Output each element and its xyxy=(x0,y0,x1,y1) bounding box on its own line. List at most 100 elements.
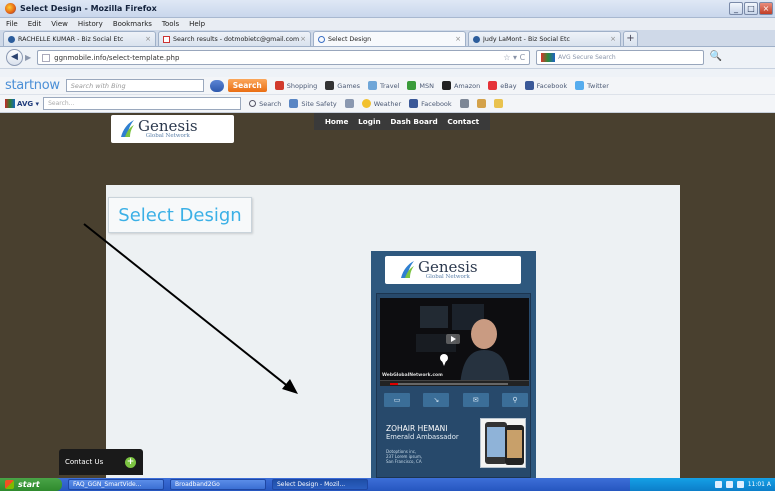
plus-icon[interactable]: + xyxy=(125,456,136,468)
video-player[interactable]: WebGlobalNetwork.com xyxy=(380,298,529,386)
tab-close-icon[interactable]: × xyxy=(610,35,616,43)
toolbar-item-label: Twitter xyxy=(587,81,609,90)
tab-rachelle[interactable]: RACHELLE KUMAR - Biz Social Etc × xyxy=(3,31,156,46)
nav-home[interactable]: Home xyxy=(325,117,349,126)
toolbar-games[interactable]: Games xyxy=(325,81,360,90)
logo-subtitle: Global Network xyxy=(145,133,190,139)
avg-extra-1[interactable] xyxy=(459,99,469,108)
nav-contact[interactable]: Contact xyxy=(447,117,479,126)
travel-icon xyxy=(368,81,378,90)
video-controls[interactable] xyxy=(380,380,529,386)
tab-close-icon[interactable]: × xyxy=(300,35,306,43)
video-progress[interactable] xyxy=(390,383,508,385)
bing-search-input[interactable]: Search with Bing xyxy=(65,79,204,92)
toolbar-item-label: Site Safety xyxy=(301,99,337,108)
browser-search-field[interactable]: AVG Secure Search xyxy=(536,50,705,65)
avg-search-button[interactable]: Search xyxy=(249,100,281,108)
video-caption: WebGlobalNetwork.com xyxy=(382,373,443,378)
close-button[interactable]: × xyxy=(759,2,773,15)
tray-volume-icon[interactable] xyxy=(725,481,733,488)
shopping-icon xyxy=(274,81,284,90)
new-tab-button[interactable]: + xyxy=(623,31,638,46)
taskbar-item-faq[interactable]: FAQ_GGN_SmartVide... xyxy=(68,479,164,490)
window-title-bar: Select Design - Mozilla Firefox _ □ × xyxy=(0,0,775,18)
tab-judy[interactable]: Judy LaMont - Biz Social Etc × xyxy=(468,31,621,46)
toolbar-item-label: MSN xyxy=(419,81,434,90)
start-button[interactable]: start xyxy=(0,478,62,491)
menu-history[interactable]: History xyxy=(78,20,103,28)
url-bar[interactable]: ggnmobile.info/select-template.php ☆ ▾ C xyxy=(37,50,531,65)
navigation-bar: ◀ ▶ ggnmobile.info/select-template.php ☆… xyxy=(0,47,775,69)
facebook-icon xyxy=(524,81,534,90)
toolbar-item-label: Search xyxy=(259,99,282,108)
profile-title: Emerald Ambassador xyxy=(386,433,459,441)
avg-logo-icon xyxy=(5,99,15,108)
avg-weather[interactable]: Weather xyxy=(361,99,401,108)
edit-icon xyxy=(476,99,486,108)
back-button[interactable]: ◀ xyxy=(6,49,23,66)
contact-us-widget[interactable]: Contact Us + xyxy=(59,449,143,475)
toolbar-item-label: Facebook xyxy=(421,99,452,108)
tray-clock: 11:01 A xyxy=(747,481,771,488)
forward-button[interactable]: ▶ xyxy=(25,53,31,62)
search-go-icon[interactable]: 🔍 xyxy=(708,50,724,65)
preview-logo-subtitle: Global Network xyxy=(425,274,470,280)
toolbar-amazon[interactable]: Amazon xyxy=(441,81,480,90)
avg-extra-2[interactable] xyxy=(476,99,486,108)
windows-taskbar: start FAQ_GGN_SmartVide... Broadband2Go … xyxy=(0,478,775,491)
mail-icon[interactable]: ✉ xyxy=(462,393,489,407)
toolbar-item-label: eBay xyxy=(500,81,517,90)
menu-bookmarks[interactable]: Bookmarks xyxy=(113,20,152,28)
engine-selector-icon[interactable] xyxy=(209,79,224,92)
location-icon[interactable]: ⚲ xyxy=(501,393,528,407)
avg-extra-3[interactable] xyxy=(493,99,503,108)
nav-login[interactable]: Login xyxy=(358,117,381,126)
tray-network-icon[interactable] xyxy=(714,481,722,488)
link-icon[interactable]: ↘ xyxy=(423,393,450,407)
web-page: Genesis Global Network Home Login Dash B… xyxy=(0,113,775,478)
profile-address: Dotoptions inc, 237 Lorem ipsum, San Fra… xyxy=(386,449,422,464)
avg-toolbar: AVG ▾ Search... Search Site Safety Weath… xyxy=(0,95,775,113)
nav-dashboard[interactable]: Dash Board xyxy=(390,117,437,126)
menu-help[interactable]: Help xyxy=(189,20,205,28)
video-icon[interactable]: ▭ xyxy=(384,393,410,407)
toolbar-msn[interactable]: MSN xyxy=(407,81,434,90)
avg-search-input[interactable]: Search... xyxy=(43,97,242,110)
avg-menu[interactable]: AVG ▾ xyxy=(5,99,39,108)
games-icon xyxy=(325,81,335,90)
tray-security-icon[interactable] xyxy=(736,481,744,488)
site-logo[interactable]: Genesis Global Network xyxy=(111,115,234,143)
avg-calendar[interactable] xyxy=(344,99,354,108)
menu-tools[interactable]: Tools xyxy=(162,20,179,28)
avg-facebook[interactable]: Facebook xyxy=(409,99,452,108)
taskbar-item-firefox[interactable]: Select Design - Mozil... xyxy=(272,479,368,490)
tab-label: Judy LaMont - Biz Social Etc xyxy=(483,35,570,43)
toolbar-facebook[interactable]: Facebook xyxy=(524,81,567,90)
minimize-button[interactable]: _ xyxy=(729,2,743,15)
toolbar-ebay[interactable]: eBay xyxy=(488,81,517,90)
menu-file[interactable]: File xyxy=(6,20,18,28)
search-icon xyxy=(249,100,257,107)
avg-site-safety[interactable]: Site Safety xyxy=(289,99,337,108)
menu-view[interactable]: View xyxy=(51,20,68,28)
preview-logo-wordmark: Genesis xyxy=(418,258,478,276)
bookmark-reload-icons[interactable]: ☆ ▾ C xyxy=(503,53,525,62)
template-preview[interactable]: Genesis Global Network WebGlobalNetwork.… xyxy=(371,251,536,478)
tab-gmail[interactable]: Search results - dotmobietc@gmail.com - … xyxy=(158,31,311,46)
twitter-icon xyxy=(575,81,585,90)
tab-select-design[interactable]: Select Design × xyxy=(313,31,466,46)
taskbar-item-broadband[interactable]: Broadband2Go xyxy=(170,479,266,490)
toolbar-travel[interactable]: Travel xyxy=(368,81,399,90)
startnow-search-button[interactable]: Search xyxy=(227,79,267,92)
calendar-icon xyxy=(344,99,354,108)
tab-close-icon[interactable]: × xyxy=(455,35,461,43)
tab-close-icon[interactable]: × xyxy=(145,35,151,43)
menu-bar: File Edit View History Bookmarks Tools H… xyxy=(0,18,775,30)
gmail-icon xyxy=(163,35,170,43)
site-nav: Home Login Dash Board Contact xyxy=(314,113,490,130)
genesis-swoosh-icon xyxy=(121,120,134,137)
menu-edit[interactable]: Edit xyxy=(28,20,42,28)
toolbar-shopping[interactable]: Shopping xyxy=(274,81,317,90)
maximize-button[interactable]: □ xyxy=(744,2,758,15)
toolbar-twitter[interactable]: Twitter xyxy=(575,81,609,90)
